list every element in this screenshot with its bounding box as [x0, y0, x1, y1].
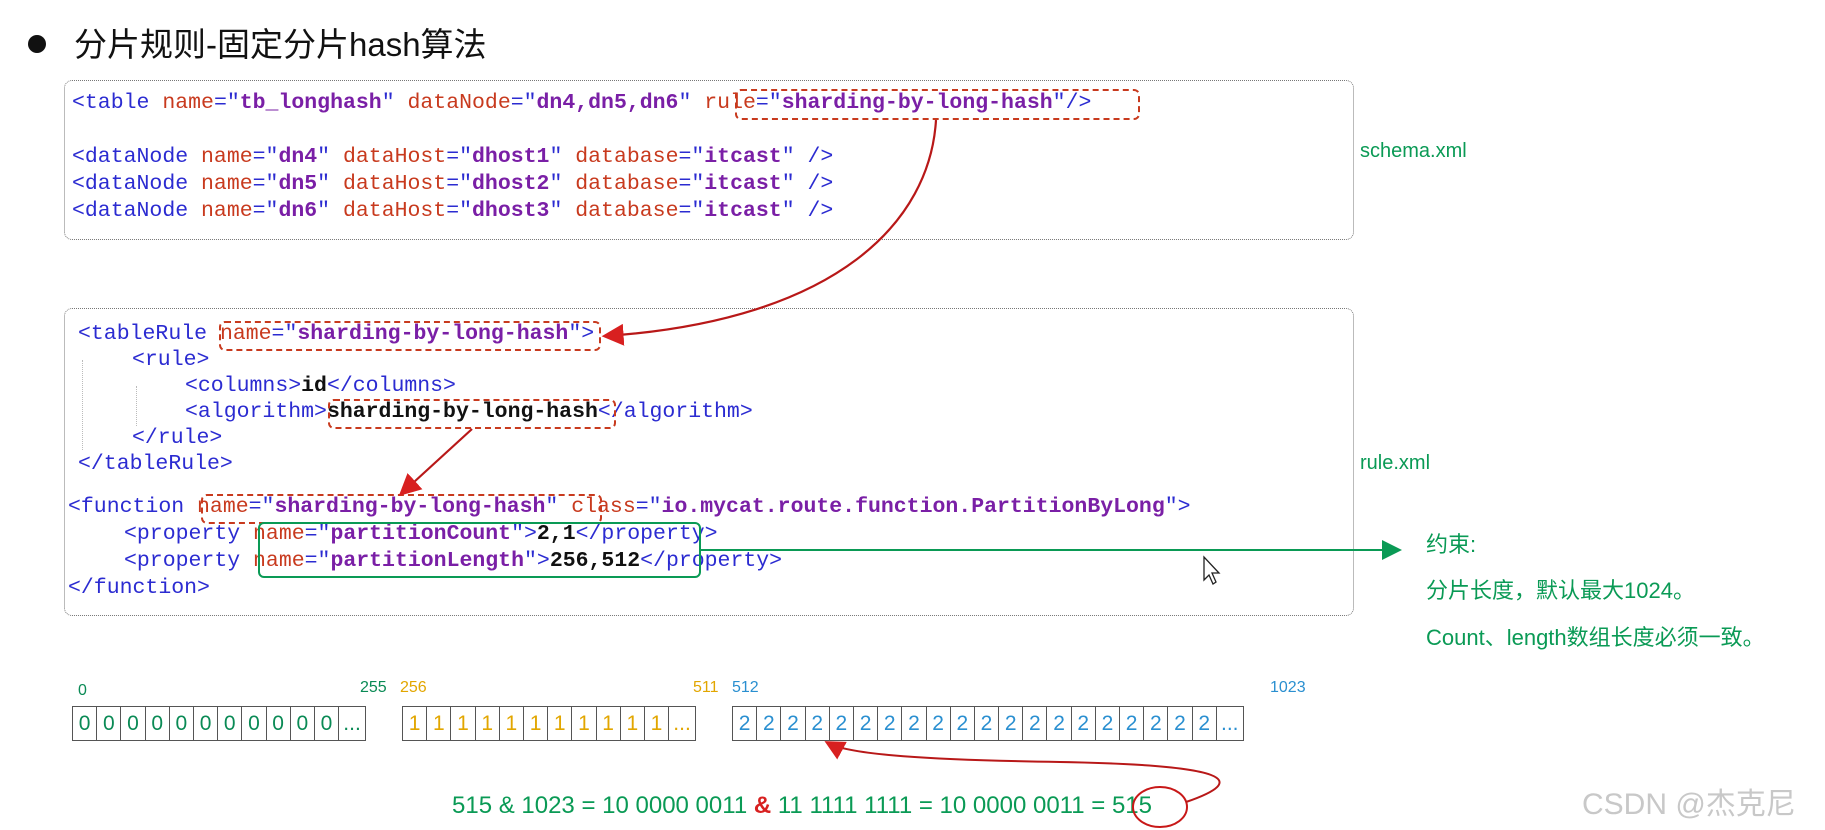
result-circle: [1132, 786, 1188, 828]
algorithm-to-function-arrow: [398, 428, 473, 496]
result-to-cell-arrow: [824, 741, 1221, 803]
arrow-overlay: [398, 119, 1402, 828]
mouse-cursor-icon: [1203, 555, 1221, 585]
rule-to-tablerule-arrow: [601, 119, 938, 346]
